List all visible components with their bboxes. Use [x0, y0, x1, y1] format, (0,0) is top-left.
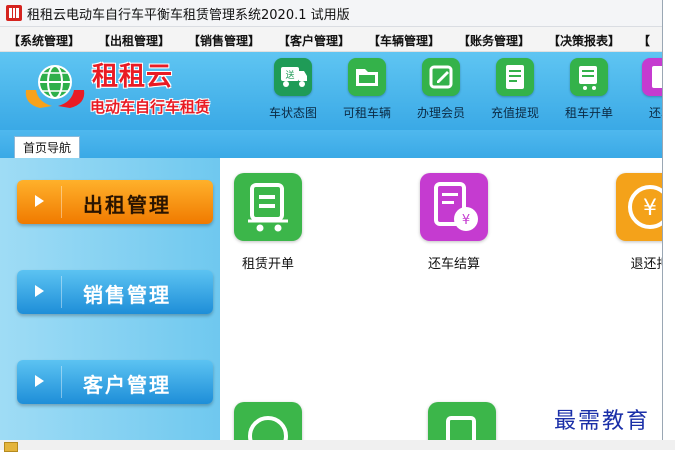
- receipt-icon: [642, 58, 662, 96]
- app-window: 租租云电动车自行车平衡车租赁管理系统2020.1 试用版 【系统管理】 【出租管…: [0, 0, 663, 440]
- cart-icon: [234, 173, 302, 241]
- play-icon: [35, 375, 44, 387]
- menu-bar: 【系统管理】 【出租管理】 【销售管理】 【客户管理】 【车辆管理】 【账务管理…: [0, 27, 662, 52]
- folder-icon: [348, 58, 386, 96]
- taskbar: [0, 440, 675, 452]
- nav-customer-management[interactable]: 客户管理: [17, 360, 213, 404]
- brand-title: 租租云: [92, 62, 174, 92]
- toolbar-label: 还车: [648, 106, 662, 120]
- app-logo-icon: [6, 5, 22, 21]
- receipt-yen-icon: ¥: [420, 173, 488, 241]
- menu-vehicle[interactable]: 【车辆管理】: [368, 32, 440, 49]
- toolbar-label: 充值提现: [490, 106, 539, 120]
- main-function-area: 租赁开单 ¥ 还车结算 ¥ 退还押: [220, 158, 662, 440]
- nav-rental-management[interactable]: 出租管理: [17, 180, 213, 224]
- toolbar-available-vehicles-button[interactable]: 可租车辆: [330, 58, 404, 121]
- func-return-settlement[interactable]: ¥ 还车结算: [394, 173, 514, 272]
- func-icon-partial[interactable]: [234, 402, 302, 440]
- func-rental-order[interactable]: 租赁开单: [208, 173, 328, 272]
- svg-text:¥: ¥: [462, 213, 470, 228]
- nav-label: 客户管理: [83, 373, 171, 397]
- play-icon: [35, 195, 44, 207]
- toolbar-label: 租车开单: [564, 106, 613, 120]
- menu-customer[interactable]: 【客户管理】: [278, 32, 350, 49]
- divider: [61, 366, 62, 398]
- toolbar-label: 可租车辆: [342, 106, 391, 120]
- brand-subtitle: 电动车自行车租赁: [90, 98, 211, 116]
- cart-icon: [570, 58, 608, 96]
- edit-icon: [422, 58, 460, 96]
- toolbar-recharge-button[interactable]: 充值提现: [478, 58, 552, 121]
- globe-hands-logo-icon: [25, 65, 85, 108]
- window-title: 租租云电动车自行车平衡车租赁管理系统2020.1 试用版: [27, 8, 350, 23]
- nav-label: 出租管理: [83, 193, 171, 217]
- watermark-text: 最需教育: [554, 409, 651, 434]
- func-deposit-refund[interactable]: ¥ 退还押: [590, 173, 662, 272]
- yen-icon: ¥: [616, 173, 662, 241]
- nav-sales-management[interactable]: 销售管理: [17, 270, 213, 314]
- func-label: 租赁开单: [241, 257, 294, 272]
- svg-text:¥: ¥: [643, 196, 657, 221]
- toolbar-label: 办理会员: [416, 106, 465, 120]
- toolbar-vehicle-status-button[interactable]: 送 车状态图: [256, 58, 330, 121]
- folder-icon[interactable]: [4, 442, 18, 452]
- toolbar-label: 车状态图: [268, 106, 317, 120]
- left-nav-panel: 出租管理 销售管理 客户管理: [0, 158, 220, 440]
- func-label: 退还押: [630, 257, 662, 272]
- menu-sales[interactable]: 【销售管理】: [188, 32, 260, 49]
- tab-strip: 首页导航: [0, 130, 662, 159]
- delivery-icon: 送: [274, 58, 312, 96]
- menu-system[interactable]: 【系统管理】: [8, 32, 80, 49]
- toolbar-membership-button[interactable]: 办理会员: [404, 58, 478, 121]
- func-icon-partial[interactable]: [428, 402, 496, 440]
- svg-text:送: 送: [285, 69, 294, 81]
- play-icon: [35, 285, 44, 297]
- menu-reports[interactable]: 【决策报表】: [548, 32, 620, 49]
- toolbar-new-rental-button[interactable]: 租车开单: [552, 58, 626, 121]
- menu-more[interactable]: 【: [638, 32, 650, 49]
- divider: [61, 186, 62, 218]
- menu-accounts[interactable]: 【账务管理】: [458, 32, 530, 49]
- menu-rental[interactable]: 【出租管理】: [98, 32, 170, 49]
- divider: [61, 276, 62, 308]
- title-bar: 租租云电动车自行车平衡车租赁管理系统2020.1 试用版: [0, 0, 662, 27]
- document-icon: [496, 58, 534, 96]
- toolbar-return-button[interactable]: 还车: [624, 58, 662, 121]
- func-label: 还车结算: [427, 257, 480, 272]
- nav-label: 销售管理: [83, 283, 171, 307]
- tab-home-navigation[interactable]: 首页导航: [14, 136, 81, 159]
